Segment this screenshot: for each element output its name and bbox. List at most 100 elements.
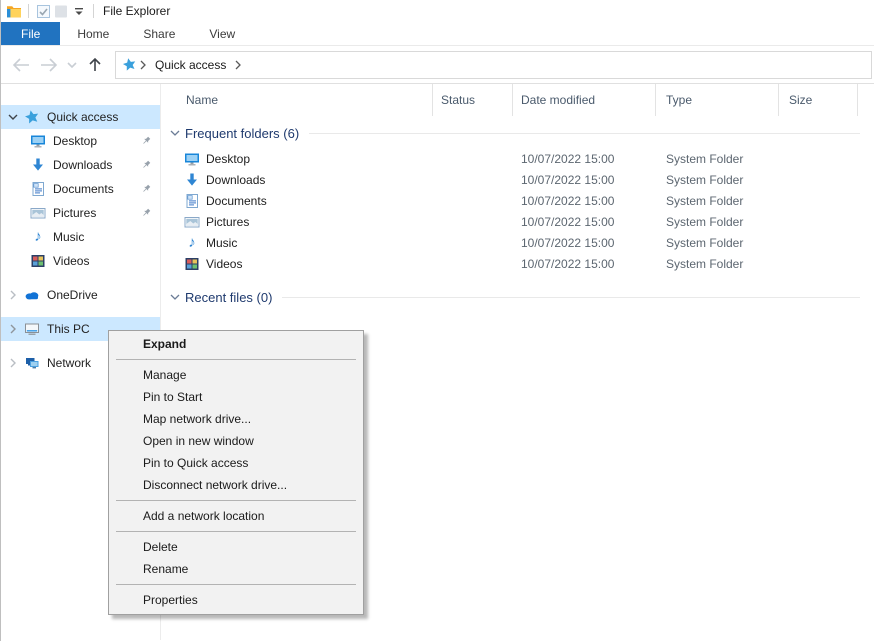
desktop-icon <box>184 151 200 167</box>
quick-access-star-icon <box>23 108 42 127</box>
up-button[interactable] <box>81 52 109 78</box>
tab-file[interactable]: File <box>1 22 60 45</box>
sidebar-item-desktop[interactable]: Desktop <box>1 129 160 153</box>
address-bar[interactable]: Quick access <box>115 51 872 79</box>
group-header-label: Recent files (0) <box>185 290 272 305</box>
file-type: System Folder <box>656 148 779 169</box>
chevron-right-icon[interactable] <box>7 357 19 369</box>
sidebar-item-videos[interactable]: Videos <box>1 249 160 273</box>
sidebar-item-documents[interactable]: Documents <box>1 177 160 201</box>
sidebar-item-label: Videos <box>53 254 89 268</box>
menu-item-delete[interactable]: Delete <box>109 536 363 558</box>
file-name: Pictures <box>206 215 249 229</box>
back-button[interactable] <box>7 52 35 78</box>
column-header-status[interactable]: Status <box>433 84 513 116</box>
column-header-size[interactable]: Size <box>779 84 858 116</box>
menu-item-manage[interactable]: Manage <box>109 364 363 386</box>
chevron-down-icon[interactable] <box>169 291 181 303</box>
file-name: Downloads <box>206 173 265 187</box>
network-icon <box>24 355 40 371</box>
tab-share[interactable]: Share <box>126 22 192 45</box>
file-type: System Folder <box>656 253 779 274</box>
qat-properties-icon[interactable] <box>34 3 52 19</box>
menu-item-pin-to-quick-access[interactable]: Pin to Quick access <box>109 452 363 474</box>
pin-icon <box>140 207 152 219</box>
file-name: Desktop <box>206 152 250 166</box>
titlebar-separator <box>93 4 94 18</box>
sidebar-item-label: Music <box>53 230 84 244</box>
qat-customize-dropdown-icon[interactable] <box>70 3 88 19</box>
sidebar-item-label: OneDrive <box>47 288 98 302</box>
sidebar-item-label: Network <box>47 356 91 370</box>
recent-locations-dropdown-icon[interactable] <box>63 52 81 78</box>
group-header-recent-files[interactable]: Recent files (0) <box>161 286 874 308</box>
chevron-down-icon[interactable] <box>169 127 181 139</box>
group-header-frequent-folders[interactable]: Frequent folders (6) <box>161 122 874 144</box>
column-header-type[interactable]: Type <box>656 84 779 116</box>
file-row-downloads[interactable]: Downloads 10/07/2022 15:00 System Folder <box>161 169 874 190</box>
downloads-icon <box>30 157 46 173</box>
menu-item-disconnect-network-drive[interactable]: Disconnect network drive... <box>109 474 363 496</box>
file-row-desktop[interactable]: Desktop 10/07/2022 15:00 System Folder <box>161 148 874 169</box>
videos-icon <box>184 256 200 272</box>
group-header-label: Frequent folders (6) <box>185 126 299 141</box>
tab-view[interactable]: View <box>192 22 252 45</box>
menu-item-rename[interactable]: Rename <box>109 558 363 580</box>
file-row-pictures[interactable]: Pictures 10/07/2022 15:00 System Folder <box>161 211 874 232</box>
qat-new-folder-icon[interactable] <box>52 3 70 19</box>
column-header-date-modified[interactable]: Date modified <box>513 84 656 116</box>
breadcrumb-chevron-icon[interactable] <box>137 60 149 70</box>
chevron-right-icon[interactable] <box>7 289 19 301</box>
menu-item-expand[interactable]: Expand <box>109 333 363 355</box>
this-pc-icon <box>24 321 40 337</box>
file-row-videos[interactable]: Videos 10/07/2022 15:00 System Folder <box>161 253 874 274</box>
file-date-modified: 10/07/2022 15:00 <box>513 211 656 232</box>
menu-item-properties[interactable]: Properties <box>109 589 363 611</box>
explorer-logo-icon <box>5 3 23 19</box>
file-name: Music <box>206 236 237 250</box>
file-size <box>779 253 858 274</box>
documents-icon <box>184 193 200 209</box>
file-type: System Folder <box>656 211 779 232</box>
file-status <box>433 169 513 190</box>
pictures-icon <box>184 214 200 230</box>
videos-icon <box>30 253 46 269</box>
downloads-icon <box>184 172 200 188</box>
file-date-modified: 10/07/2022 15:00 <box>513 232 656 253</box>
pin-icon <box>140 159 152 171</box>
file-name: Videos <box>206 257 242 271</box>
file-status <box>433 148 513 169</box>
file-row-documents[interactable]: Documents 10/07/2022 15:00 System Folder <box>161 190 874 211</box>
sidebar-item-onedrive[interactable]: OneDrive <box>1 283 160 307</box>
file-size <box>779 169 858 190</box>
menu-separator <box>116 531 356 532</box>
chevron-down-icon[interactable] <box>7 111 19 123</box>
menu-item-add-a-network-location[interactable]: Add a network location <box>109 505 363 527</box>
forward-button[interactable] <box>35 52 63 78</box>
sidebar-item-downloads[interactable]: Downloads <box>1 153 160 177</box>
sidebar-item-quick-access[interactable]: Quick access <box>1 105 160 129</box>
file-row-music[interactable]: ♪ Music 10/07/2022 15:00 System Folder <box>161 232 874 253</box>
file-size <box>779 148 858 169</box>
window-title: File Explorer <box>103 4 170 18</box>
menu-item-open-in-new-window[interactable]: Open in new window <box>109 430 363 452</box>
menu-item-pin-to-start[interactable]: Pin to Start <box>109 386 363 408</box>
titlebar-separator <box>28 4 29 18</box>
title-bar: File Explorer <box>1 0 874 22</box>
sidebar-item-music[interactable]: ♪ Music <box>1 225 160 249</box>
chevron-right-icon[interactable] <box>7 323 19 335</box>
onedrive-cloud-icon <box>24 287 40 303</box>
ribbon-tabs: File Home Share View <box>1 22 874 46</box>
file-date-modified: 10/07/2022 15:00 <box>513 253 656 274</box>
breadcrumb-chevron-icon[interactable] <box>232 60 244 70</box>
tab-home[interactable]: Home <box>60 22 126 45</box>
group-header-rule <box>309 133 860 134</box>
menu-item-map-network-drive[interactable]: Map network drive... <box>109 408 363 430</box>
sidebar-item-label: Quick access <box>47 110 118 124</box>
menu-separator <box>116 584 356 585</box>
file-type: System Folder <box>656 232 779 253</box>
sidebar-item-label: Desktop <box>53 134 97 148</box>
breadcrumb-quick-access[interactable]: Quick access <box>149 58 232 72</box>
sidebar-item-pictures[interactable]: Pictures <box>1 201 160 225</box>
column-header-name[interactable]: Name <box>161 84 433 116</box>
